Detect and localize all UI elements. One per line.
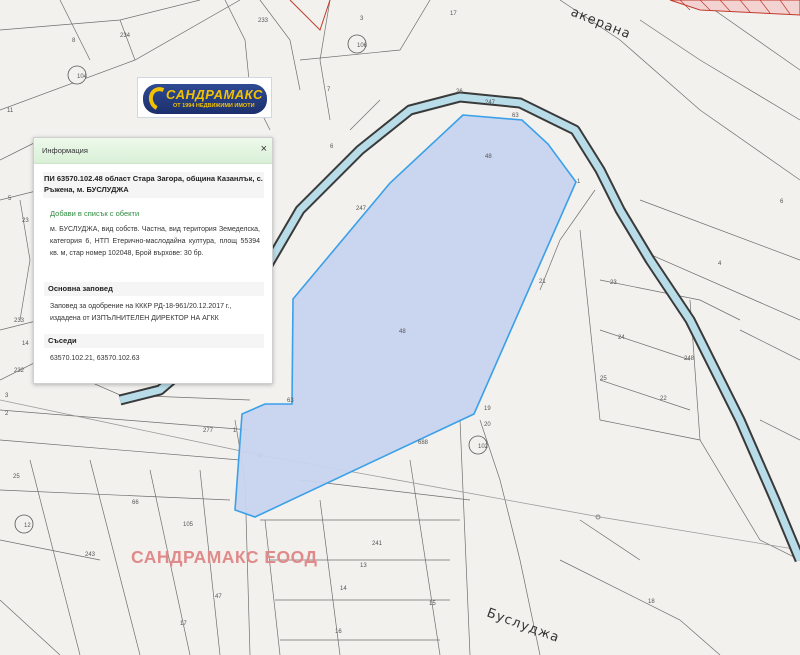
close-icon[interactable]: ×	[261, 143, 267, 155]
parcel-number-label: 63	[287, 398, 294, 404]
parcel-number-label: 17	[450, 11, 457, 17]
info-panel: Информация × ПИ 63570.102.48 област Стар…	[33, 137, 273, 384]
parcel-number-label: 14	[22, 341, 29, 347]
parcel-number-label: 15	[429, 601, 436, 607]
parcel-number-label: 13	[360, 563, 367, 569]
info-panel-body: ПИ 63570.102.48 област Стара Загора, общ…	[34, 164, 272, 383]
parcel-number-label: 277	[203, 428, 214, 434]
parcel-number-label: 63	[512, 113, 519, 119]
info-panel-title: Информация	[42, 146, 88, 155]
logo-title: САНДРАМАКС	[166, 87, 263, 102]
parcel-number-label: 48	[399, 329, 406, 335]
parcel-heading: ПИ 63570.102.48 област Стара Загора, общ…	[44, 174, 263, 194]
parcel-number-label: 24	[618, 335, 625, 341]
parcel-number-label: 21	[539, 279, 546, 285]
parcel-number-label: 19	[484, 406, 491, 412]
parcel-number-label: 102	[478, 444, 489, 450]
parcel-number-label: 14	[340, 586, 347, 592]
parcel-number-label: 241	[372, 541, 383, 547]
parcel-number-label: 25	[600, 376, 607, 382]
parcel-number-label: 104	[77, 74, 88, 80]
parcel-number-label: 247	[356, 206, 367, 212]
parcel-number-label: 18	[648, 599, 655, 605]
parcel-number-label: 22	[660, 396, 667, 402]
brand-logo: САНДРАМАКС ОТ 1994 НЕДВИЖИМИ ИМОТИ	[137, 77, 272, 118]
order-text: Заповед за одобрение на КККР РД-18-961/2…	[50, 303, 232, 322]
parcel-number-label: 23	[610, 280, 617, 286]
logo-subtitle: ОТ 1994 НЕДВИЖИМИ ИМОТИ	[173, 103, 255, 109]
parcel-number-label: 16	[335, 629, 342, 635]
parcel-number-label: 47	[215, 594, 222, 600]
parcel-number-label: 26	[456, 89, 463, 95]
neighbors-text: 63570.102.21, 63570.102.63	[50, 355, 140, 362]
parcel-number-label: 11	[7, 108, 14, 114]
parcel-number-label: 66	[132, 500, 139, 506]
parcel-number-label: 23	[22, 218, 29, 224]
watermark-text: САНДРАМАКС ЕООД	[131, 547, 318, 567]
parcel-number-label: 233	[14, 318, 25, 324]
parcel-number-label: 106	[357, 43, 368, 49]
neighbors-section-title: Съседи	[44, 334, 264, 348]
parcel-description: м. БУСЛУДЖА, вид собств. Частна, вид тер…	[50, 226, 260, 257]
parcel-number-label: 232	[14, 368, 25, 374]
parcel-number-label: 248	[684, 356, 695, 362]
parcel-number-label: 247	[485, 100, 496, 106]
parcel-number-label: 16	[600, 0, 607, 2]
order-section-title: Основна заповед	[44, 282, 264, 296]
info-panel-header: Информация ×	[34, 138, 272, 164]
add-to-list-link[interactable]: Добави в списък с обекти	[50, 209, 139, 218]
parcel-number-label: 48	[485, 154, 492, 160]
parcel-number-label: 105	[183, 522, 194, 528]
parcel-number-label: 20	[484, 422, 491, 428]
parcel-number-label: 243	[85, 552, 96, 558]
logo-badge: САНДРАМАКС ОТ 1994 НЕДВИЖИМИ ИМОТИ	[143, 83, 267, 115]
parcel-number-label: 234	[120, 33, 131, 39]
parcel-number-label: 233	[258, 18, 269, 24]
parcel-number-label: 12	[24, 523, 31, 529]
parcel-number-label: 17	[180, 621, 187, 627]
parcel-number-label: 25	[13, 474, 20, 480]
parcel-number-label: 688	[418, 440, 429, 446]
